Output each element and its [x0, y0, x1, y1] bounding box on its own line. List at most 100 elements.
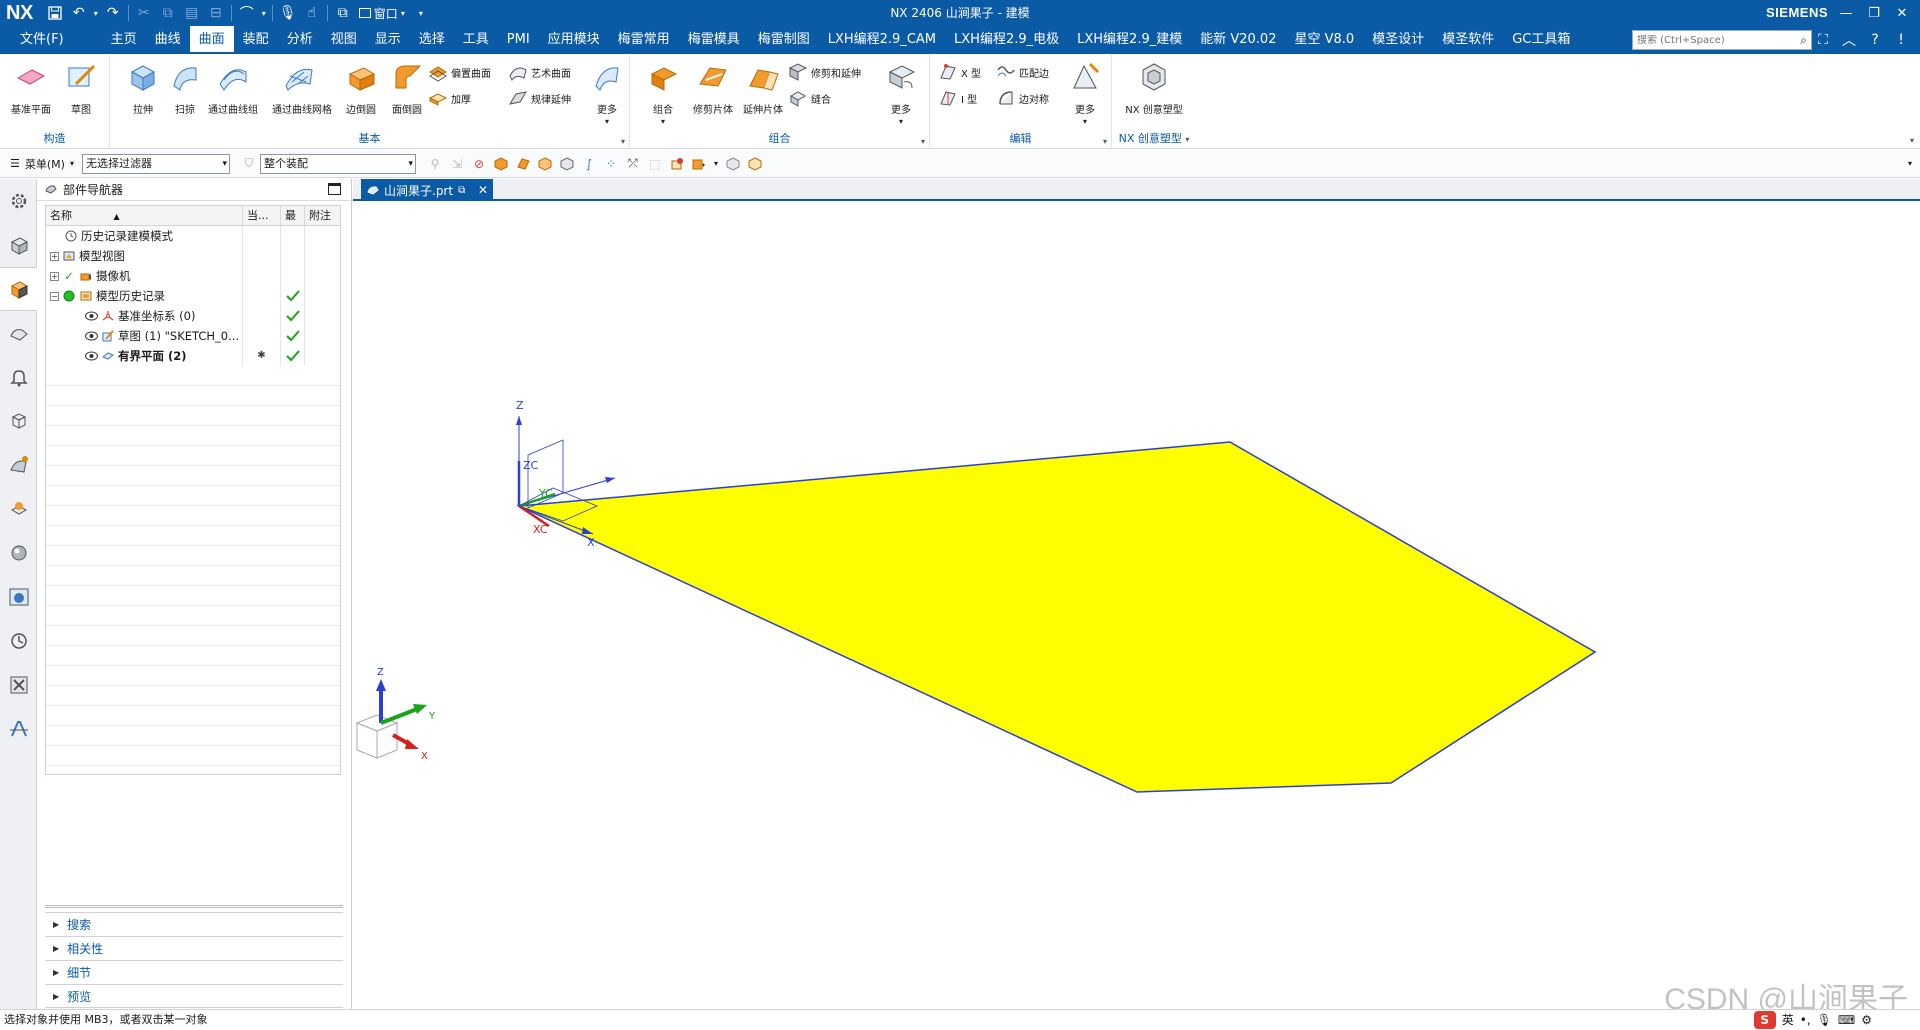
- history-box-icon[interactable]: [0, 399, 37, 443]
- through-curves-button[interactable]: 通过曲线组: [206, 60, 260, 116]
- role-icon[interactable]: [0, 707, 37, 751]
- collapse-toggle[interactable]: −: [50, 291, 59, 301]
- part-navigator-icon[interactable]: [0, 267, 37, 311]
- tree-row[interactable]: + ✓ 摄像机: [46, 266, 340, 286]
- repeat-command-icon[interactable]: ⌒: [235, 2, 259, 24]
- column-current-header[interactable]: 当...: [243, 206, 281, 225]
- snap-point-icon[interactable]: [688, 154, 710, 174]
- tab-view[interactable]: 视图: [322, 26, 366, 54]
- microphone-icon[interactable]: 🎙: [1817, 1013, 1832, 1027]
- eye-icon[interactable]: [84, 309, 98, 323]
- tab-pmi[interactable]: PMI: [498, 26, 539, 54]
- assembly-navigator-icon[interactable]: [0, 223, 37, 267]
- tree-row[interactable]: 草图 (1) "SKETCH_0...: [46, 326, 340, 346]
- sogou-ime-icon[interactable]: S: [1753, 1010, 1776, 1029]
- sphere-icon[interactable]: [0, 531, 37, 575]
- punctuation-icon[interactable]: •,: [1800, 1013, 1811, 1027]
- reset-filter-icon[interactable]: ⊘: [468, 154, 490, 174]
- process-studio-icon[interactable]: [0, 487, 37, 531]
- close-button[interactable]: ✕: [1888, 0, 1916, 26]
- combine-more-button[interactable]: 更多 ▾: [874, 60, 928, 127]
- select-sheet-icon[interactable]: [556, 154, 578, 174]
- expand-toggle[interactable]: +: [50, 251, 59, 261]
- bounded-plane-sheet[interactable]: [516, 441, 1597, 793]
- column-comment-header[interactable]: 附注: [305, 206, 340, 225]
- tab-display[interactable]: 显示: [366, 26, 410, 54]
- match-edge-button[interactable]: 匹配边: [996, 60, 1049, 84]
- bell-icon[interactable]: [0, 355, 37, 399]
- tab-meilei-mold[interactable]: 梅雷模具: [679, 26, 749, 54]
- close-tab-icon[interactable]: ✕: [478, 183, 488, 197]
- tab-lxh-cam[interactable]: LXH编程2.9_CAM: [819, 26, 945, 54]
- redo-icon[interactable]: ↷: [101, 2, 125, 24]
- delete-icon[interactable]: ⊟: [204, 2, 228, 24]
- select-component-icon[interactable]: [666, 154, 688, 174]
- undo-dropdown-icon[interactable]: ▾: [91, 2, 101, 24]
- face-blend-button[interactable]: 面倒圆: [380, 60, 434, 116]
- tab-file[interactable]: 文件(F): [0, 26, 82, 54]
- tree-row[interactable]: 基准坐标系 (0): [46, 306, 340, 326]
- minimize-button[interactable]: —: [1832, 0, 1860, 26]
- offset-surface-button[interactable]: 偏置曲面: [428, 60, 491, 84]
- gear-icon[interactable]: [0, 179, 37, 223]
- through-curve-mesh-button[interactable]: 通过曲线网格: [272, 60, 332, 116]
- tree-row[interactable]: 历史记录建模模式: [46, 226, 340, 246]
- selection-scope-select[interactable]: 整个装配 ▾: [259, 153, 416, 174]
- ime-settings-icon[interactable]: ⚙: [1861, 1013, 1872, 1027]
- tab-nengxin[interactable]: 能新 V20.02: [1191, 26, 1285, 54]
- tab-lxh-modeling[interactable]: LXH编程2.9_建模: [1068, 26, 1191, 54]
- copy-icon[interactable]: ⧉: [156, 2, 180, 24]
- panel-dependencies[interactable]: ▶ 相关性: [45, 936, 343, 960]
- tab-gc-toolbox[interactable]: GC工具箱: [1503, 26, 1579, 54]
- combine-button[interactable]: 组合 ▾: [636, 60, 690, 127]
- keyboard-icon[interactable]: ⌨: [1838, 1013, 1855, 1027]
- select-solid-icon[interactable]: [490, 154, 512, 174]
- tab-assembly[interactable]: 装配: [234, 26, 278, 54]
- law-extension-button[interactable]: 规律延伸: [508, 86, 571, 110]
- select-body-icon[interactable]: [534, 154, 556, 174]
- tab-mosheng-software[interactable]: 模圣软件: [1433, 26, 1503, 54]
- ime-language[interactable]: 英: [1782, 1011, 1794, 1028]
- help-icon[interactable]: ?: [1862, 32, 1888, 48]
- filter-icon[interactable]: ⛉: [238, 154, 260, 174]
- eye-icon[interactable]: [84, 349, 98, 363]
- select-curve-icon[interactable]: ∫: [578, 154, 600, 174]
- select-surface-icon[interactable]: [722, 154, 744, 174]
- panel-search[interactable]: ▶ 搜索: [45, 912, 343, 936]
- alert-icon[interactable]: !: [1888, 32, 1914, 48]
- studio-surface-button[interactable]: 艺术曲面: [508, 60, 571, 84]
- tab-surface[interactable]: 曲面: [189, 26, 234, 54]
- tab-select[interactable]: 选择: [410, 26, 454, 54]
- collapse-ribbon-icon[interactable]: ︿: [1836, 30, 1862, 50]
- restore-button[interactable]: ❐: [1860, 0, 1888, 26]
- maximize-navigator-icon[interactable]: [328, 183, 341, 195]
- datum-plane-button[interactable]: 基准平面: [4, 60, 58, 116]
- tab-applications[interactable]: 应用模块: [539, 26, 609, 54]
- select-all-icon[interactable]: [744, 154, 766, 174]
- tab-tools[interactable]: 工具: [454, 26, 498, 54]
- tab-mosheng-design[interactable]: 模圣设计: [1363, 26, 1433, 54]
- select-feature-icon[interactable]: ⚲: [424, 154, 446, 174]
- microphone-icon[interactable]: 🎙: [276, 2, 300, 24]
- customize-quick-access-icon[interactable]: ▾: [409, 2, 433, 24]
- tab-home[interactable]: 主页: [102, 26, 146, 54]
- fullscreen-icon[interactable]: ⛶: [1810, 32, 1836, 48]
- undo-icon[interactable]: ↶: [67, 2, 91, 24]
- main-menu-button[interactable]: ☰ 菜单(M) ▾: [0, 156, 82, 172]
- window-menu[interactable]: 窗口 ▾: [355, 5, 409, 22]
- web-browser-icon[interactable]: [0, 575, 37, 619]
- edge-symmetry-button[interactable]: 边对称: [996, 86, 1049, 110]
- sew-button[interactable]: 缝合: [788, 86, 831, 110]
- select-face-icon[interactable]: [512, 154, 534, 174]
- paste-icon[interactable]: ▤: [180, 2, 204, 24]
- sweep-button[interactable]: 扫掠: [158, 60, 212, 116]
- tree-row[interactable]: 有界平面 (2) ✱: [46, 346, 340, 366]
- tab-meilei-common[interactable]: 梅雷常用: [609, 26, 679, 54]
- select-edge-icon[interactable]: ⬚: [644, 154, 666, 174]
- nx-realize-shape-button[interactable]: NX 创意塑型: [1122, 60, 1186, 116]
- panel-preview[interactable]: ▶ 预览: [45, 984, 343, 1008]
- save-icon[interactable]: [43, 2, 67, 24]
- snap-icon[interactable]: ⇲: [446, 154, 468, 174]
- select-vertex-icon[interactable]: ⤱: [622, 154, 644, 174]
- repeat-dropdown-icon[interactable]: ▾: [259, 2, 269, 24]
